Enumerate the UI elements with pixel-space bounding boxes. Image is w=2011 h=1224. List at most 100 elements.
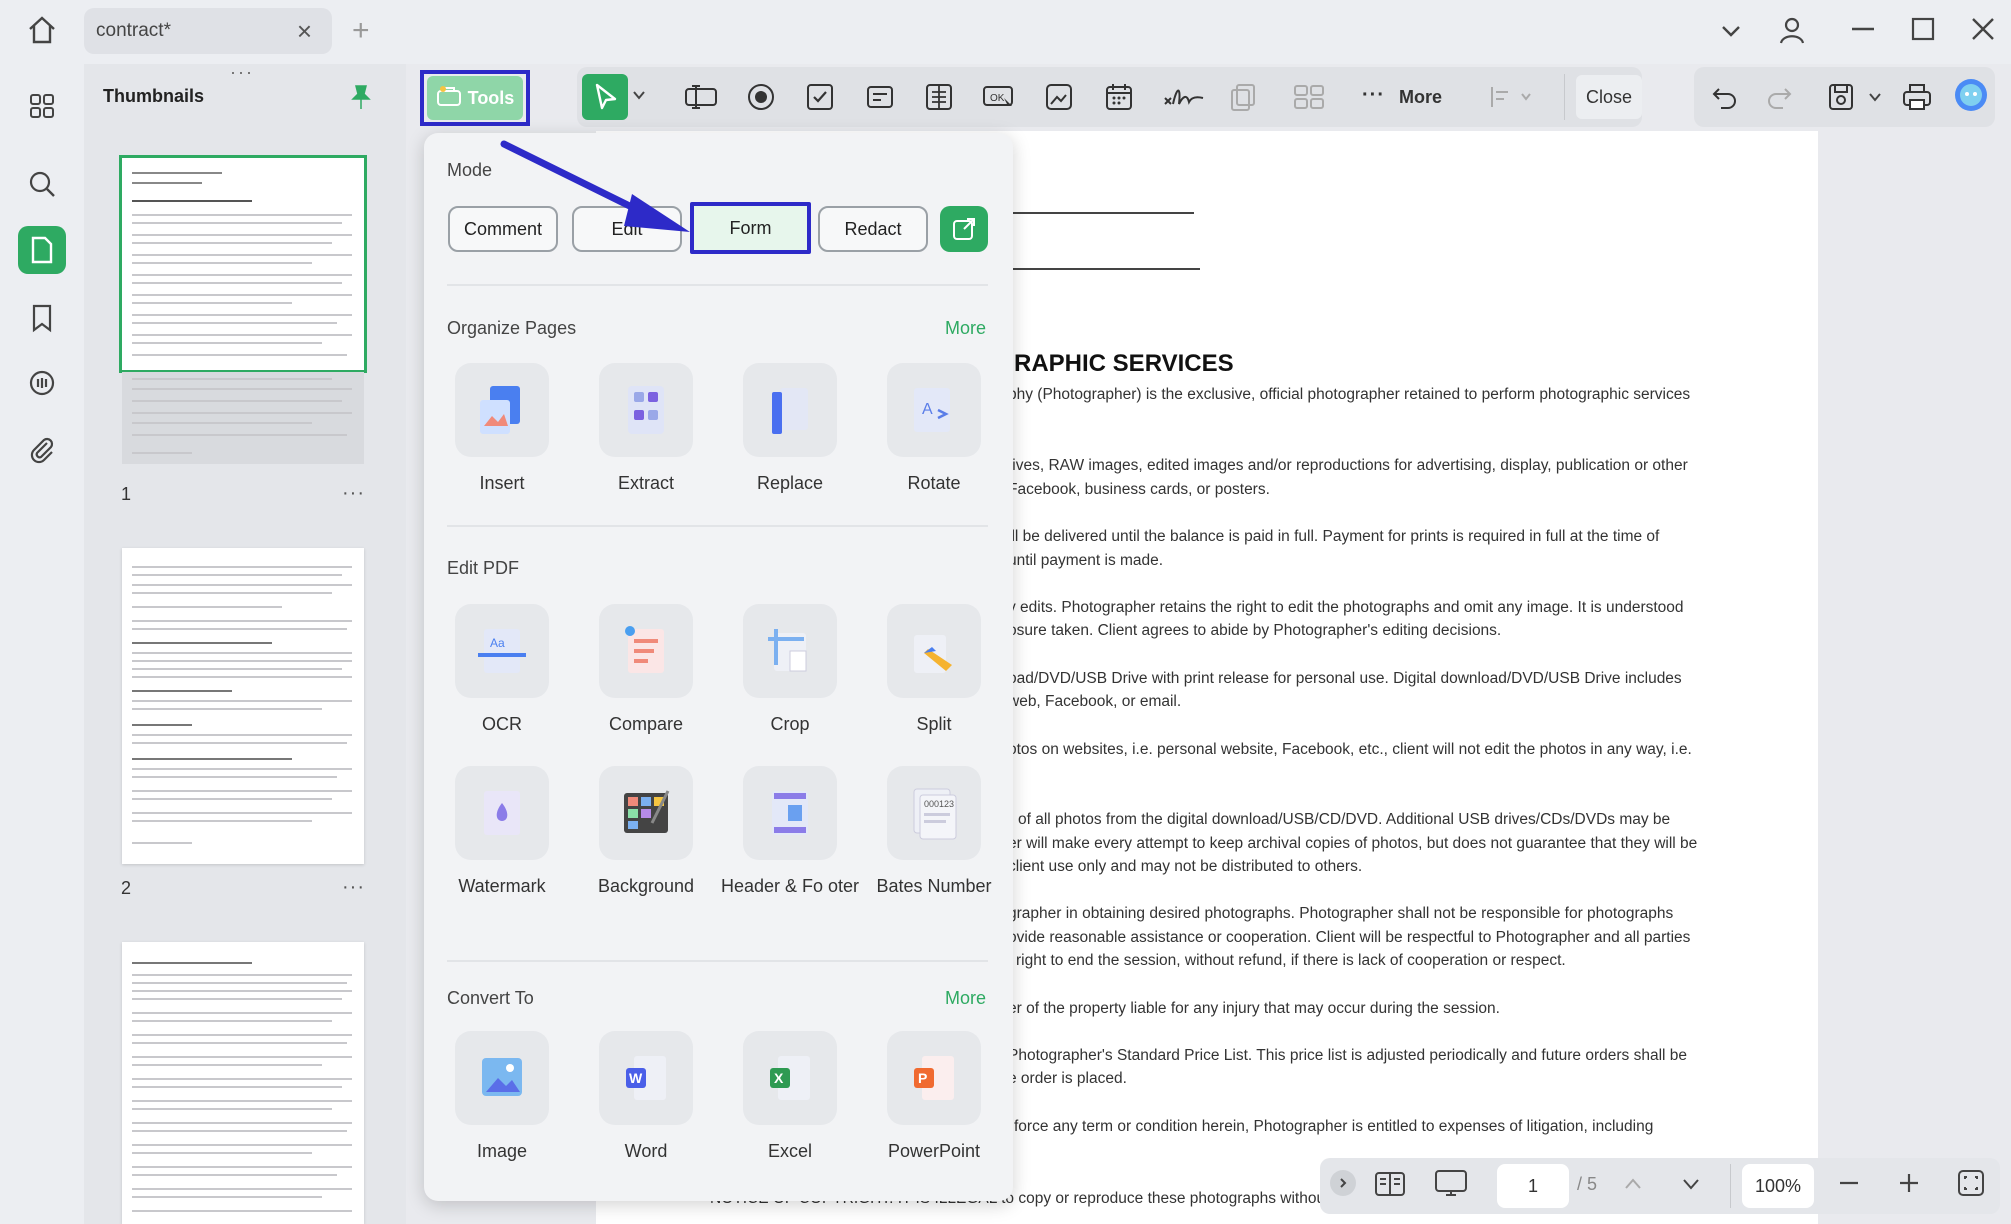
redact-mode-button[interactable]: Redact xyxy=(818,206,928,252)
document-text-line: web, Facebook, or email. xyxy=(1008,693,1182,710)
watermark-tool[interactable]: Watermark xyxy=(432,766,572,898)
redo-icon[interactable] xyxy=(1762,80,1796,114)
zoom-in-icon[interactable] xyxy=(1896,1170,1922,1201)
attachment-icon[interactable] xyxy=(18,426,66,474)
ai-assistant-icon[interactable] xyxy=(1952,76,1990,114)
section-divider xyxy=(447,284,988,286)
zoom-out-icon[interactable] xyxy=(1836,1170,1862,1201)
convert-word-tool[interactable]: W Word xyxy=(576,1031,716,1163)
open-external-button[interactable] xyxy=(940,206,988,252)
page-layout-icon[interactable] xyxy=(1374,1170,1406,1203)
insert-tool[interactable]: Insert xyxy=(432,363,572,495)
signature-field-icon[interactable] xyxy=(1162,80,1206,114)
close-window-icon[interactable] xyxy=(1968,14,1998,49)
undo-icon[interactable] xyxy=(1708,80,1742,114)
insert-pages-icon xyxy=(480,386,520,434)
chevron-down-icon[interactable] xyxy=(1868,90,1882,109)
document-text-line: otos on websites, i.e. personal website,… xyxy=(1008,741,1692,758)
align-icon[interactable] xyxy=(1488,84,1536,115)
zoom-level-input[interactable]: 100% xyxy=(1742,1164,1814,1208)
extract-pages-icon xyxy=(628,386,664,434)
replace-tool[interactable]: Replace xyxy=(720,363,860,495)
button-field-icon[interactable]: OK xyxy=(982,80,1016,114)
bates-number-icon: 000123 xyxy=(913,788,957,840)
pin-icon[interactable] xyxy=(350,84,372,115)
extract-tool[interactable]: Extract xyxy=(576,363,716,495)
page-thumbnail[interactable] xyxy=(119,155,367,373)
mode-section-title: Mode xyxy=(447,160,493,180)
grid-layout-icon[interactable] xyxy=(1292,80,1326,114)
page-number-input[interactable]: 1 xyxy=(1497,1164,1569,1208)
organize-more-link[interactable]: More xyxy=(945,318,986,339)
document-text-line: phy (Photographer) is the exclusive, off… xyxy=(1008,386,1691,403)
crop-icon xyxy=(768,629,807,672)
bates-number-tool[interactable]: 000123 Bates Number xyxy=(864,766,1004,898)
new-tab-icon[interactable]: + xyxy=(352,16,370,46)
radio-button-icon[interactable] xyxy=(744,80,778,114)
convert-excel-tool[interactable]: X Excel xyxy=(720,1031,860,1163)
next-page-icon[interactable] xyxy=(1680,1174,1702,1199)
crop-tool[interactable]: Crop xyxy=(720,604,860,736)
chevron-down-icon[interactable] xyxy=(632,88,646,107)
convert-more-link[interactable]: More xyxy=(945,988,986,1009)
svg-text:A: A xyxy=(922,401,933,418)
more-dots-icon[interactable]: ··· xyxy=(1362,84,1385,107)
duplicate-icon[interactable] xyxy=(1226,80,1260,114)
tools-button[interactable]: Tools xyxy=(420,70,530,126)
document-text-line: ill be delivered until the balance is pa… xyxy=(1008,528,1660,545)
select-tool-button[interactable] xyxy=(582,74,628,120)
compare-tool[interactable]: Compare xyxy=(576,604,716,736)
page-options-icon[interactable]: ··· xyxy=(342,482,365,505)
search-icon[interactable] xyxy=(18,160,66,208)
document-text-line: force any term or condition herein, Phot… xyxy=(1014,1118,1654,1135)
toolbar-divider xyxy=(1730,1164,1731,1208)
close-form-mode-button[interactable]: Close xyxy=(1576,75,1642,119)
previous-page-icon[interactable] xyxy=(1622,1174,1644,1199)
thumbnails-title: Thumbnails xyxy=(103,86,205,106)
background-tool[interactable]: Background xyxy=(576,766,716,898)
convert-powerpoint-tool[interactable]: P PowerPoint xyxy=(864,1031,1004,1163)
document-text-line: until payment is made. xyxy=(1008,552,1164,569)
annotation-arrow-icon xyxy=(500,140,690,232)
expand-icon[interactable] xyxy=(1330,1170,1356,1196)
text-field-icon[interactable] xyxy=(684,80,718,114)
save-icon[interactable] xyxy=(1824,80,1858,114)
document-tab[interactable]: contract* × xyxy=(84,8,332,54)
comments-icon[interactable] xyxy=(18,360,66,408)
page-thumbnail[interactable] xyxy=(122,548,364,864)
page-thumbnail[interactable] xyxy=(122,942,364,1224)
header-footer-tool[interactable]: Header & Fo oter xyxy=(720,766,860,898)
image-file-icon xyxy=(482,1058,522,1096)
bookmark-icon[interactable] xyxy=(18,294,66,342)
thumbnails-icon[interactable] xyxy=(18,226,66,274)
svg-text:W: W xyxy=(629,1070,643,1086)
image-field-icon[interactable] xyxy=(1042,80,1076,114)
document-text-line: right to end the session, without refund… xyxy=(1016,952,1566,969)
form-mode-button[interactable]: Form xyxy=(690,202,811,254)
fit-page-icon[interactable] xyxy=(1956,1168,1986,1203)
rotate-tool[interactable]: A Rotate xyxy=(864,363,1004,495)
home-icon[interactable] xyxy=(26,14,58,51)
list-box-icon[interactable] xyxy=(922,80,956,114)
page-options-icon[interactable]: ··· xyxy=(342,876,365,899)
convert-image-tool[interactable]: Image xyxy=(432,1031,572,1163)
drag-handle-icon[interactable]: ··· xyxy=(230,62,254,83)
checkbox-icon[interactable] xyxy=(803,80,837,114)
excel-file-icon: X xyxy=(770,1056,810,1100)
more-button[interactable]: More xyxy=(1399,87,1442,108)
split-tool[interactable]: Split xyxy=(864,604,1004,736)
presentation-icon[interactable] xyxy=(1434,1168,1468,1203)
close-tab-icon[interactable]: × xyxy=(297,16,312,47)
apps-grid-icon[interactable] xyxy=(18,82,66,130)
edit-pdf-title: Edit PDF xyxy=(447,558,520,578)
document-heading: RAPHIC SERVICES xyxy=(1014,350,1234,377)
date-field-icon[interactable] xyxy=(1102,80,1136,114)
ocr-tool[interactable]: Aa OCR xyxy=(432,604,572,736)
account-icon[interactable] xyxy=(1776,14,1808,51)
maximize-icon[interactable] xyxy=(1908,14,1938,49)
chevron-down-icon[interactable] xyxy=(1718,18,1744,49)
minimize-icon[interactable] xyxy=(1848,14,1878,49)
dropdown-field-icon[interactable] xyxy=(863,80,897,114)
document-text-line: oad/DVD/USB Drive with print release for… xyxy=(1008,670,1682,687)
print-icon[interactable] xyxy=(1900,80,1934,114)
